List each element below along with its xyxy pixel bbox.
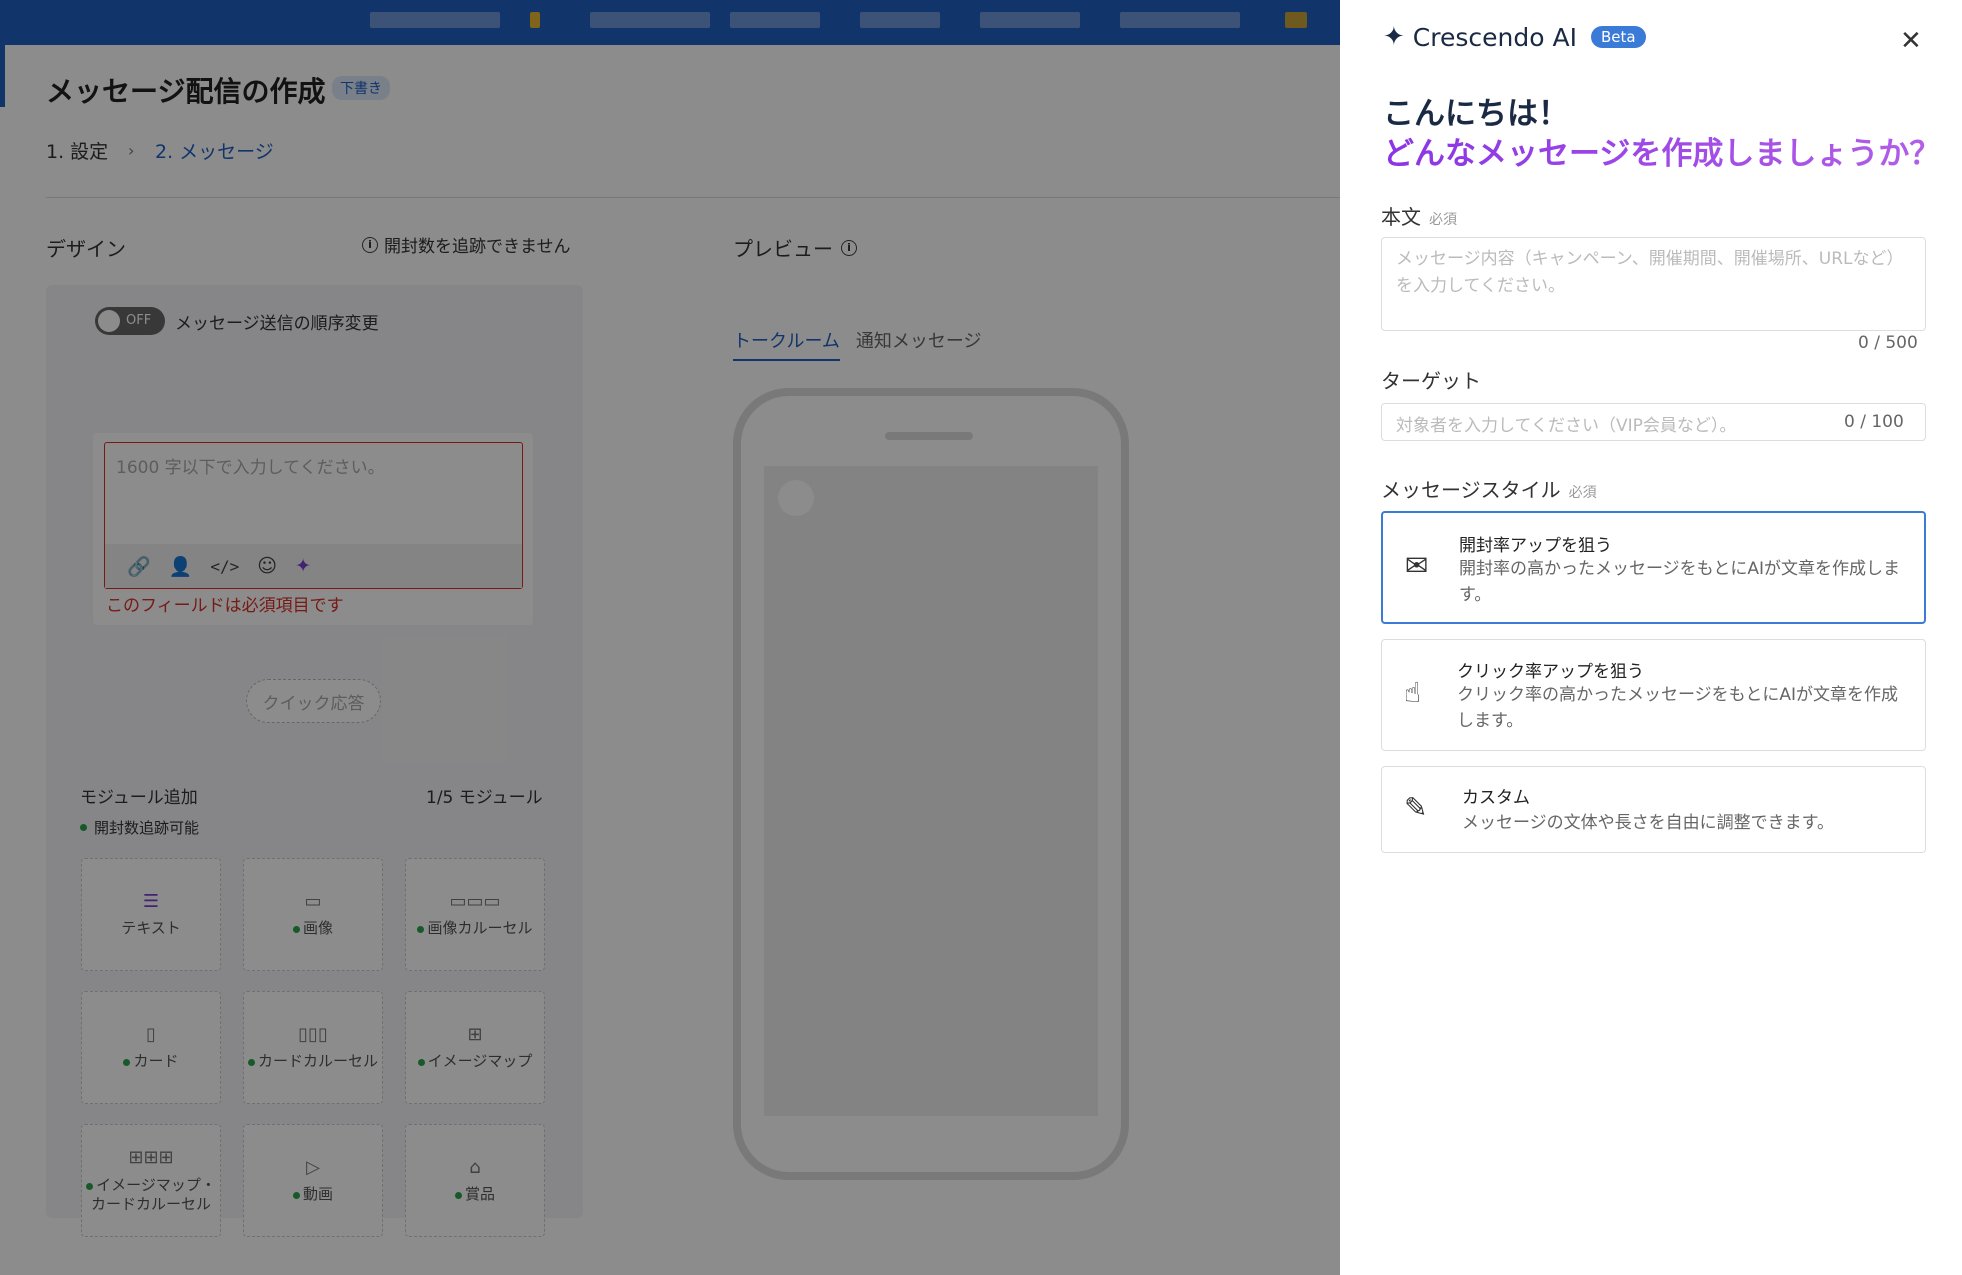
style-desc: メッセージの文体や長さを自由に調整できます。	[1462, 813, 1834, 833]
pencil-icon: ✎	[1404, 791, 1428, 824]
body-label: 本文 必須	[1381, 201, 1457, 230]
target-placeholder: 対象者を入力してください（VIP会員など）。	[1396, 416, 1737, 436]
body-textarea[interactable]: メッセージ内容（キャンペーン、開催期間、開催場所、URLなど）を入力してください…	[1381, 237, 1926, 331]
target-label-text: ターゲット	[1381, 369, 1481, 393]
required-tag: 必須	[1568, 485, 1597, 501]
envelope-open-icon: ✉	[1405, 549, 1429, 582]
style-label-text: メッセージスタイル	[1381, 478, 1561, 502]
style-title: 開封率アップを狙う	[1459, 536, 1612, 556]
style-desc: クリック率の高かったメッセージをもとにAIが文章を作成します。	[1457, 685, 1898, 731]
body-label-text: 本文	[1381, 205, 1421, 229]
greeting-line1: こんにちは！	[1383, 96, 1569, 132]
required-tag: 必須	[1429, 212, 1457, 228]
tap-icon: ☝	[1404, 676, 1422, 709]
ai-sidebar	[1340, 0, 1962, 1275]
style-desc: 開封率の高かったメッセージをもとにAIが文章を作成します。	[1459, 559, 1900, 605]
style-title: カスタム	[1462, 788, 1530, 808]
style-option-click-rate[interactable]: ☝ クリック率アップを狙う クリック率の高かったメッセージをもとにAIが文章を作…	[1381, 639, 1926, 751]
target-count: 0 / 100	[1844, 412, 1904, 432]
beta-badge: Beta	[1590, 26, 1646, 48]
close-icon[interactable]: ✕	[1900, 26, 1922, 56]
target-label: ターゲット	[1381, 365, 1481, 394]
style-title: クリック率アップを狙う	[1457, 662, 1644, 682]
greeting-line2: どんなメッセージを作成しましょうか？	[1383, 128, 1940, 173]
modal-overlay[interactable]	[0, 0, 1340, 1275]
style-option-custom[interactable]: ✎ カスタム メッセージの文体や長さを自由に調整できます。	[1381, 766, 1926, 853]
sidebar-header: ✦ Crescendo AI Beta	[1383, 22, 1646, 52]
style-label: メッセージスタイル 必須	[1381, 474, 1597, 503]
sidebar-title: Crescendo AI	[1412, 22, 1577, 52]
body-count: 0 / 500	[1858, 333, 1918, 353]
sparkle-icon: ✦	[1383, 22, 1405, 52]
style-option-open-rate[interactable]: ✉ 開封率アップを狙う 開封率の高かったメッセージをもとにAIが文章を作成します…	[1381, 511, 1926, 624]
